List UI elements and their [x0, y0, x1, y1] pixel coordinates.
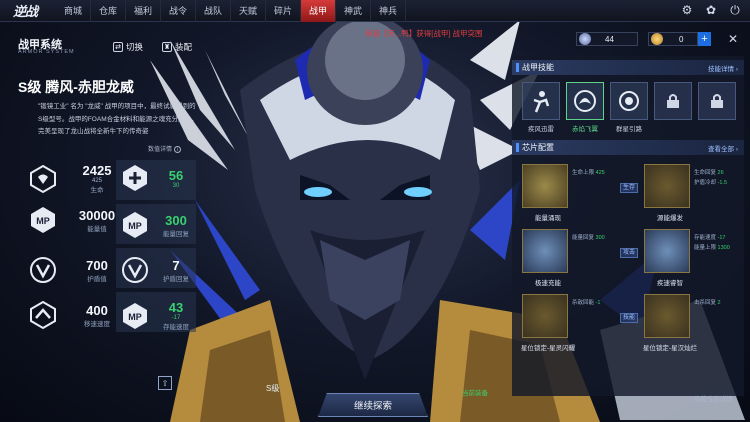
plus-shield-icon — [120, 163, 150, 193]
chip-link-attack[interactable]: 攻击 — [620, 248, 638, 258]
skill-name: 赤焰飞翼 — [572, 126, 598, 133]
skills-section-header: 战甲技能 技能详情 › — [512, 60, 744, 75]
nav-talent[interactable]: 天赋 — [231, 0, 266, 22]
switch-icon: ⇄ — [113, 42, 123, 52]
nav-fragments[interactable]: 碎片 — [266, 0, 301, 22]
stat-energy-regen: MP 300 能量回复 — [120, 210, 198, 240]
info-icon: i — [174, 146, 182, 153]
nav-team[interactable]: 战队 — [196, 0, 231, 22]
skill-name: 群星引路 — [616, 126, 642, 133]
settings-gear-icon[interactable]: ⚙ — [680, 3, 694, 17]
chip-icon — [522, 229, 568, 273]
main-nav: 商城 仓库 福利 战令 战队 天赋 碎片 战甲 神武 神兵 — [56, 0, 406, 22]
nav-divine-weapon[interactable]: 神兵 — [371, 0, 406, 22]
view-all-chips-link[interactable]: 查看全部 › — [708, 143, 738, 153]
chip-icon — [522, 294, 568, 338]
skill-slot-1[interactable] — [522, 82, 560, 120]
equip-button[interactable]: ♜ 装配 — [162, 41, 192, 53]
add-currency-button[interactable]: + — [698, 32, 711, 46]
chips-section-header: 芯片配置 查看全部 › — [512, 140, 744, 155]
broadcast-banner: 恭喜【天...鸭】获得[战甲] 战甲突围 — [365, 29, 483, 38]
currency-crystal: 44 — [576, 32, 638, 46]
nav-welfare[interactable]: 福利 — [126, 0, 161, 22]
mp-icon: MP — [28, 205, 58, 235]
skill-slot-locked-1[interactable] — [654, 82, 692, 120]
nav-shop[interactable]: 商城 — [56, 0, 91, 22]
switch-button[interactable]: ⇄ 切换 — [113, 41, 143, 53]
lock-icon — [711, 94, 723, 108]
stat-charge-speed: MP 43 -17 存能速度 — [120, 300, 198, 331]
gold-coin-icon — [651, 33, 663, 45]
chip-slot-1[interactable]: 生命上限 425 能量涌现 — [518, 160, 618, 222]
system-subtitle: ARMOR SYSTEM — [18, 49, 75, 55]
chip-slot-4[interactable]: 存能速度 -17 能量上限 1300 疾速睿智 — [640, 225, 740, 287]
skill-name: 疾风迅雷 — [528, 126, 554, 133]
share-icon[interactable]: ⇧ — [158, 376, 172, 390]
chip-slot-6[interactable]: 击杀回复 2 星位锁定-星汉灿烂 — [640, 290, 740, 352]
crystal-icon — [579, 33, 591, 45]
svg-text:MP: MP — [128, 221, 142, 231]
skill-details-link[interactable]: 技能详情 › — [708, 63, 738, 73]
current-equipped-label: 当前装备 — [462, 390, 488, 397]
flame-wing-icon — [574, 90, 596, 112]
top-bar: 逆战 商城 仓库 福利 战令 战队 天赋 碎片 战甲 神武 神兵 ⚙ ✿ ⏻ — [0, 0, 750, 22]
svg-text:MP: MP — [128, 312, 142, 322]
skill-slot-2[interactable] — [566, 82, 604, 120]
gear-icon[interactable]: ✿ — [704, 3, 718, 17]
stats-header[interactable]: 数值详情 i — [148, 144, 182, 153]
armor-name: S级 腾风-赤胆龙威 — [18, 79, 134, 95]
heart-shield-icon — [28, 164, 58, 194]
armor-icon: ♜ — [162, 42, 172, 52]
dash-icon — [533, 91, 550, 113]
power-icon[interactable]: ⏻ — [728, 3, 742, 17]
shield-v-icon — [28, 255, 58, 285]
rank-label: S级 — [266, 384, 280, 393]
stat-health: 2425 425 生命 — [28, 163, 132, 194]
stat-shield: 700 护盾值 — [28, 255, 132, 285]
chip-icon — [522, 164, 568, 208]
chip-link-survival[interactable]: 生存 — [620, 183, 638, 193]
chip-icon — [644, 164, 690, 208]
chip-link-skill[interactable]: 技能 — [620, 313, 638, 323]
stat-health-regen: 56 30 — [120, 163, 198, 193]
nav-divine-martial[interactable]: 神武 — [336, 0, 371, 22]
skill-slot-locked-2[interactable] — [698, 82, 736, 120]
armor-description: "锻镜工业" 名为 "龙威" 战甲的项目中，最终试验得到的S级型号。战甲的FOA… — [38, 103, 198, 135]
shield-regen-icon — [120, 255, 150, 285]
game-logo: 逆战 — [12, 5, 38, 20]
currency-gold: 0 — [648, 32, 698, 46]
chip-icon — [644, 229, 690, 273]
continue-explore-button[interactable]: 继续探索 — [318, 393, 428, 417]
skill-slot-3[interactable] — [610, 82, 648, 120]
chip-icon — [644, 294, 690, 338]
speed-icon — [28, 300, 58, 330]
chip-slot-2[interactable]: 生命回复 26 护盾冷却 -1.5 源能爆发 — [640, 160, 740, 222]
star-path-icon — [619, 91, 639, 111]
nav-armor[interactable]: 战甲 — [301, 0, 336, 22]
stat-shield-regen: 7 护盾回复 — [120, 255, 198, 285]
close-icon[interactable]: ✕ — [726, 32, 740, 46]
mp-cost-icon: MP — [120, 301, 150, 331]
stat-energy: MP 30000 能量值 — [28, 205, 132, 235]
lock-icon — [667, 94, 679, 108]
chip-slot-5[interactable]: 杀敌回能 -1 星位锁定-星灵闪耀 — [518, 290, 618, 352]
nav-warehouse[interactable]: 仓库 — [91, 0, 126, 22]
hide-details-link[interactable]: › 隐藏全部详情 — [690, 393, 733, 403]
stat-speed: 400 移速速度 — [28, 300, 132, 330]
chip-slot-3[interactable]: 能量回复 300 极速充能 — [518, 225, 618, 287]
mp-regen-icon: MP — [120, 210, 150, 240]
nav-battle-pass[interactable]: 战令 — [161, 0, 196, 22]
svg-text:MP: MP — [36, 216, 50, 226]
